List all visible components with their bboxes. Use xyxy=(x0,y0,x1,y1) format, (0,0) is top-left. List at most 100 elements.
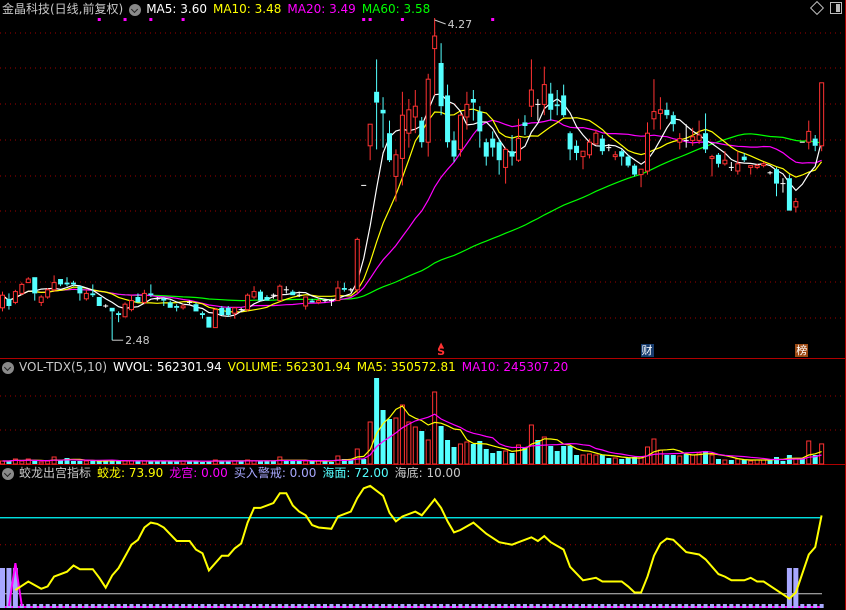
volume-bar xyxy=(199,462,205,464)
s-marker-label: S xyxy=(437,345,446,358)
candle xyxy=(387,120,392,162)
candle xyxy=(722,151,728,166)
candle-body xyxy=(264,297,270,301)
ma60-legend: MA60: 3.58 xyxy=(361,2,431,16)
candle xyxy=(290,289,296,296)
candle-body xyxy=(690,136,696,141)
buy-alert-dot xyxy=(497,604,502,608)
candle xyxy=(412,90,418,134)
volume-bar xyxy=(457,443,463,465)
candle xyxy=(116,311,122,323)
candle-body xyxy=(199,313,205,315)
volume-bar xyxy=(70,461,76,464)
candle-body xyxy=(509,151,515,157)
buy-alert-dot xyxy=(355,604,360,608)
volume-bar xyxy=(290,461,296,464)
buy-alert-dot xyxy=(471,604,476,608)
candle xyxy=(619,149,625,166)
candle-body xyxy=(109,307,115,312)
buy-alert-dot xyxy=(722,604,727,608)
stock-chart[interactable]: 4.27 2.48 xyxy=(0,0,846,610)
candle xyxy=(425,73,431,157)
candle xyxy=(303,296,309,310)
candle-body xyxy=(45,289,51,298)
volume-bar xyxy=(477,441,483,464)
candle xyxy=(251,286,257,299)
finance-marker[interactable]: 财 xyxy=(640,344,654,357)
buy-alert-dot xyxy=(600,604,605,608)
candle-body xyxy=(393,154,399,177)
volume-bar xyxy=(438,426,444,464)
buy-alert-dot xyxy=(510,604,515,608)
candle-body xyxy=(174,306,180,308)
buy-alert-dot xyxy=(213,604,218,608)
ranking-marker[interactable]: 榜 xyxy=(795,344,809,357)
candle-body xyxy=(245,294,251,311)
dropdown-icon[interactable] xyxy=(2,467,14,480)
candle xyxy=(632,163,638,177)
candle-body xyxy=(290,291,296,296)
candle xyxy=(419,117,425,148)
candle xyxy=(77,286,83,301)
buy-alert-bar xyxy=(0,567,5,608)
s-marker[interactable]: ▲ S xyxy=(436,342,446,358)
volume-bar xyxy=(619,459,625,464)
buy-alert-dot xyxy=(174,604,179,608)
ma10-legend: MA10: 3.48 xyxy=(212,2,282,16)
volume-bar xyxy=(567,446,573,464)
candle xyxy=(586,138,592,159)
buy-alert-dot xyxy=(161,604,166,608)
candle xyxy=(19,282,25,296)
dropdown-icon[interactable] xyxy=(129,3,142,16)
candle-body xyxy=(425,78,431,143)
buy-alert-dot xyxy=(458,604,463,608)
panel-toggle-icon[interactable] xyxy=(830,2,842,14)
candle xyxy=(677,133,683,150)
volume-bar xyxy=(806,440,812,465)
info-marker-dot xyxy=(149,18,153,21)
buy-alert-dot xyxy=(245,604,250,608)
candle-body xyxy=(819,82,825,147)
candle xyxy=(83,289,89,301)
candle-body xyxy=(748,165,754,168)
candle xyxy=(496,138,502,175)
candle-body xyxy=(406,109,412,134)
candle-body xyxy=(599,138,605,152)
candle xyxy=(767,171,773,175)
candle-body xyxy=(786,178,792,211)
ma20-line xyxy=(2,119,822,309)
dropdown-icon[interactable] xyxy=(2,361,14,374)
candle xyxy=(393,149,399,202)
candle-body xyxy=(141,292,147,303)
candle-body xyxy=(335,287,341,302)
candle-body xyxy=(96,297,102,306)
candle xyxy=(58,279,64,287)
candle xyxy=(535,99,541,121)
buy-alert-dot xyxy=(581,604,585,608)
volume-indicator-name: VOL-TDX(5,10) xyxy=(19,360,108,374)
buy-alert-dot xyxy=(658,604,663,608)
volume-bar xyxy=(780,461,786,464)
candle-body xyxy=(735,163,741,172)
volume-value: VOLUME: 562301.94 xyxy=(227,360,351,374)
buy-alert-dot xyxy=(735,604,740,608)
candle xyxy=(38,295,44,306)
candle xyxy=(522,115,528,135)
candle xyxy=(786,174,792,211)
candle-body xyxy=(32,277,38,294)
candle-body xyxy=(445,95,451,143)
buy-alert-dot xyxy=(626,604,631,608)
main-chart-header: 金晶科技(日线,前复权) MA5: 3.60 MA10: 3.48 MA20: … xyxy=(2,2,436,17)
volume-bar xyxy=(709,454,715,465)
candle xyxy=(103,304,109,308)
candle-body xyxy=(354,238,360,291)
volume-bar xyxy=(64,458,70,464)
candle-body xyxy=(64,282,70,285)
wvol-value: WVOL: 562301.94 xyxy=(113,360,222,374)
buy-alert-dot xyxy=(39,604,44,608)
candle-body xyxy=(25,278,31,284)
low-price-label: 2.48 xyxy=(125,334,149,347)
candle-body xyxy=(741,156,747,161)
candle xyxy=(12,289,18,305)
buy-alert-dot xyxy=(148,604,153,608)
